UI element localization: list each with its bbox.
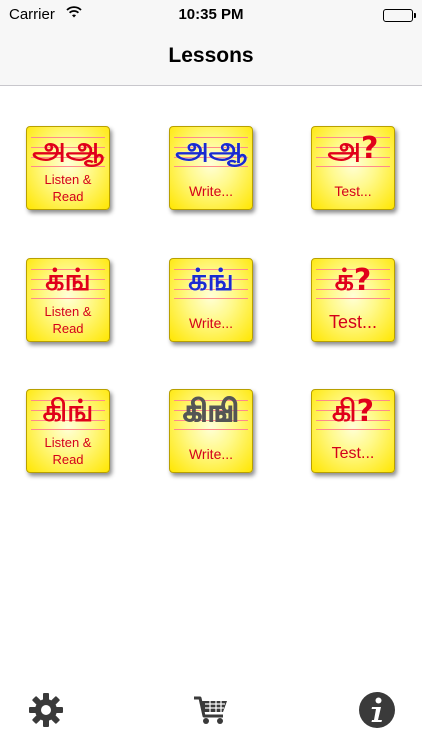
lesson-tile-consonants-write[interactable]: க்ங் Write... [169,258,253,342]
tile-caption: Test... [334,183,372,199]
tile-caption: Listen & Read [44,435,92,467]
lesson-tile-vowels-write[interactable]: அஆ Write... [169,126,253,210]
tile-glyph: கிஙி [183,394,240,430]
lesson-tile-compound-listen-read[interactable]: கிங் Listen & Read [26,389,110,473]
lessons-grid: அஆ Listen & Read அஆ Write... அ? Test... … [0,86,422,678]
tile-glyph: க்? [334,263,372,298]
tile-caption: Listen & Read [44,304,92,336]
settings-button[interactable] [26,690,66,730]
tile-glyph: க்ங் [45,263,91,298]
tile-glyph: அஆ [32,131,104,166]
tile-caption: Listen & Read [44,172,92,204]
gear-icon [26,693,66,734]
tile-caption: Write... [188,183,234,199]
lesson-tile-consonants-test[interactable]: க்? Test... [311,258,395,342]
tile-caption: Test... [328,312,377,332]
status-bar: Carrier 10:35 PM [0,0,422,30]
lesson-tile-compound-write[interactable]: கிஙி Write... [169,389,253,473]
info-icon [357,692,397,734]
tile-glyph: கிங் [42,394,94,429]
tile-glyph: அ? [327,131,379,166]
navigation-bar: Lessons [0,30,422,86]
lesson-tile-vowels-listen-read[interactable]: அஆ Listen & Read [26,126,110,210]
battery-icon [383,9,416,22]
lesson-tile-consonants-listen-read[interactable]: க்ங் Listen & Read [26,258,110,342]
tile-caption: Write... [188,446,234,462]
status-time: 10:35 PM [178,6,244,23]
page-title: Lessons [168,44,254,67]
tile-glyph: கி? [332,394,374,429]
tile-caption: Test... [331,445,375,462]
lesson-tile-compound-test[interactable]: கி? Test... [311,389,395,473]
cart-icon [191,696,231,734]
tile-glyph: அஆ [175,131,247,166]
info-button[interactable] [357,690,397,730]
tile-caption: Write... [188,315,234,331]
lesson-tile-vowels-test[interactable]: அ? Test... [311,126,395,210]
store-button[interactable] [191,690,231,730]
tile-glyph: க்ங் [188,263,234,298]
tab-bar [0,678,422,750]
